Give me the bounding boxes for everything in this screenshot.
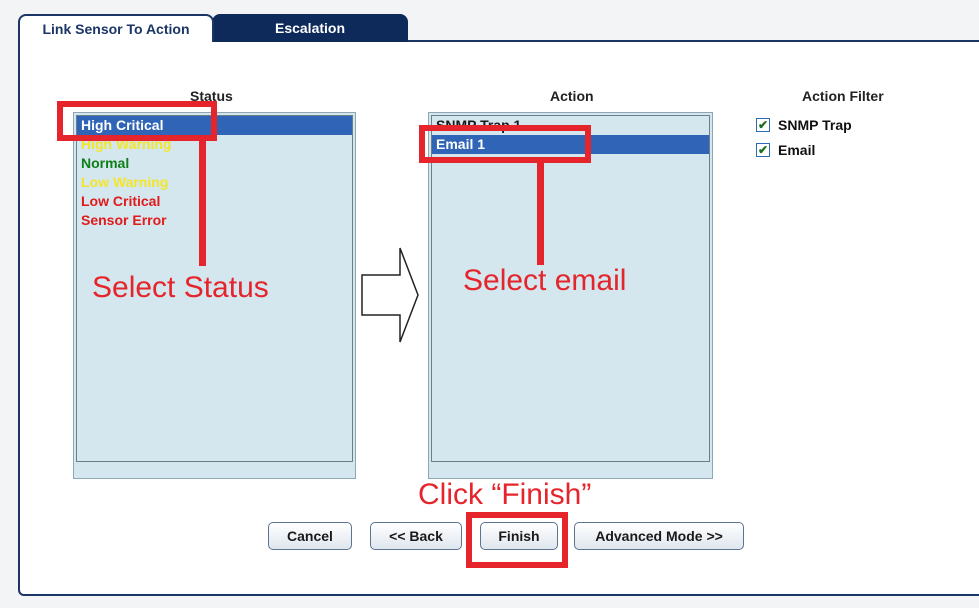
filter-snmp-trap[interactable]: ✔ SNMP Trap <box>756 117 852 133</box>
finish-highlight-box <box>466 512 568 568</box>
email-callout-line <box>537 163 544 265</box>
action-title: Action <box>550 88 594 104</box>
cancel-button[interactable]: Cancel <box>268 522 352 550</box>
email-checkbox[interactable]: ✔ <box>756 143 770 157</box>
email-highlight-box <box>419 125 591 163</box>
click-finish-annotation: Click “Finish” <box>418 478 592 511</box>
action-filter-title: Action Filter <box>802 88 884 104</box>
advanced-mode-button[interactable]: Advanced Mode >> <box>574 522 744 550</box>
tab-escalation[interactable]: Escalation <box>212 14 408 42</box>
back-button[interactable]: << Back <box>370 522 462 550</box>
filter-email[interactable]: ✔ Email <box>756 142 815 158</box>
tab-label: Escalation <box>274 20 346 36</box>
status-callout-line <box>199 141 206 266</box>
status-item-low-critical[interactable]: Low Critical <box>77 192 352 211</box>
tab-link-sensor-to-action[interactable]: Link Sensor To Action <box>18 14 214 42</box>
status-item-normal[interactable]: Normal <box>77 154 352 173</box>
select-email-annotation: Select email <box>463 264 627 297</box>
status-item-low-warning[interactable]: Low Warning <box>77 173 352 192</box>
tab-label: Link Sensor To Action <box>42 21 190 37</box>
snmp-trap-checkbox[interactable]: ✔ <box>756 118 770 132</box>
status-highlight-box <box>57 101 217 141</box>
right-arrow-icon <box>361 247 419 343</box>
select-status-annotation: Select Status <box>92 271 269 304</box>
filter-label: SNMP Trap <box>778 117 852 133</box>
status-item-sensor-error[interactable]: Sensor Error <box>77 211 352 230</box>
filter-label: Email <box>778 142 816 158</box>
